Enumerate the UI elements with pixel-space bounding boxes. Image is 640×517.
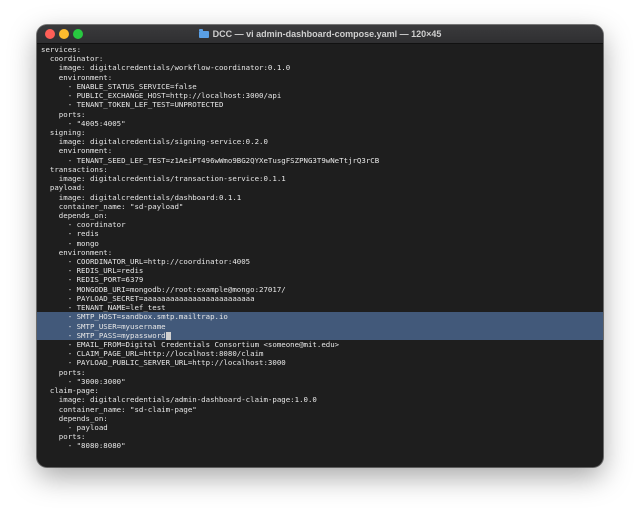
editor-line-text: image: digitalcredentials/workflow-coord… bbox=[41, 63, 291, 73]
editor-line[interactable]: - PUBLIC_EXCHANGE_HOST=http://localhost:… bbox=[37, 91, 603, 100]
editor-line-text: - PAYLOAD_PUBLIC_SERVER_URL=http://local… bbox=[41, 358, 286, 368]
editor-line[interactable]: - CLAIM_PAGE_URL=http://localhost:8080/c… bbox=[37, 349, 603, 358]
editor-line[interactable]: - EMAIL_FROM=Digital Credentials Consort… bbox=[37, 340, 603, 349]
text-cursor bbox=[165, 331, 171, 340]
window-title: DCC — vi admin-dashboard-compose.yaml — … bbox=[212, 29, 442, 39]
editor-line-text: - payload bbox=[41, 422, 108, 432]
editor-line-text: - TENANT_NAME=lef_test bbox=[41, 303, 166, 313]
editor-line[interactable]: image: digitalcredentials/admin-dashboar… bbox=[37, 395, 603, 404]
editor-line-text: services: bbox=[41, 45, 82, 54]
editor-line-text: image: digitalcredentials/admin-dashboar… bbox=[41, 395, 317, 405]
editor-line-text: - "4005:4005" bbox=[41, 118, 126, 128]
editor-line-text: - SMTP_USER=myusername bbox=[41, 321, 166, 331]
editor-line-text: depends_on: bbox=[41, 210, 108, 220]
editor-line[interactable]: - "4005:4005" bbox=[37, 119, 603, 128]
editor-line[interactable]: - COORDINATOR_URL=http://coordinator:400… bbox=[37, 257, 603, 266]
editor-line[interactable]: environment: bbox=[37, 146, 603, 155]
editor-line-text: - MONGODB_URI=mongodb://root:example@mon… bbox=[41, 284, 286, 294]
editor-line-text: - PUBLIC_EXCHANGE_HOST=http://localhost:… bbox=[41, 91, 282, 101]
editor-line-text: container_name: "sd-payload" bbox=[41, 201, 184, 211]
editor-line-text: environment: bbox=[41, 72, 113, 82]
terminal-window: DCC — vi admin-dashboard-compose.yaml — … bbox=[37, 25, 603, 467]
editor-line-text: - coordinator bbox=[41, 220, 126, 230]
editor-line[interactable]: signing: bbox=[37, 128, 603, 137]
editor-line[interactable]: - SMTP_PASS=mypassword bbox=[37, 330, 603, 340]
editor-line-text: - REDIS_PORT=6379 bbox=[41, 275, 144, 285]
editor-line[interactable]: - REDIS_URL=redis bbox=[37, 266, 603, 275]
folder-icon bbox=[198, 28, 209, 38]
editor-line-text: coordinator: bbox=[41, 54, 104, 64]
editor-line[interactable]: image: digitalcredentials/dashboard:0.1.… bbox=[37, 193, 603, 202]
editor-line-text: - SMTP_PASS=mypassword bbox=[41, 330, 166, 340]
editor-line[interactable]: - TENANT_NAME=lef_test bbox=[37, 303, 603, 312]
editor-line-text: - REDIS_URL=redis bbox=[41, 266, 144, 276]
editor-line[interactable]: - MONGODB_URI=mongodb://root:example@mon… bbox=[37, 285, 603, 294]
editor-line-text: ports: bbox=[41, 367, 86, 377]
editor-line[interactable]: ports: bbox=[37, 432, 603, 441]
editor-line-text: depends_on: bbox=[41, 413, 108, 423]
editor-line[interactable]: image: digitalcredentials/transaction-se… bbox=[37, 174, 603, 183]
editor-line[interactable]: depends_on: bbox=[37, 211, 603, 220]
editor-line-text: signing: bbox=[41, 127, 86, 137]
editor-line-text: ports: bbox=[41, 432, 86, 442]
editor-line-text: - PAYLOAD_SECRET=aaaaaaaaaaaaaaaaaaaaaaa… bbox=[41, 293, 255, 303]
editor-line-text: image: digitalcredentials/dashboard:0.1.… bbox=[41, 192, 242, 202]
editor-line[interactable]: - TENANT_TOKEN_LEF_TEST=UNPROTECTED bbox=[37, 100, 603, 109]
editor-line[interactable]: image: digitalcredentials/workflow-coord… bbox=[37, 63, 603, 72]
editor-line-text: - TENANT_TOKEN_LEF_TEST=UNPROTECTED bbox=[41, 100, 224, 110]
editor-line[interactable]: - SMTP_HOST=sandbox.smtp.mailtrap.io bbox=[37, 312, 603, 322]
editor-line-text: environment: bbox=[41, 146, 113, 156]
editor-line-text: - ENABLE_STATUS_SERVICE=false bbox=[41, 81, 197, 91]
editor-line[interactable]: - "8080:8080" bbox=[37, 441, 603, 450]
editor-line[interactable]: - payload bbox=[37, 423, 603, 432]
editor-line-text: - redis bbox=[41, 229, 99, 239]
editor-line-text: image: digitalcredentials/signing-servic… bbox=[41, 137, 268, 147]
editor-line[interactable]: - coordinator bbox=[37, 220, 603, 229]
editor-line-text: - COORDINATOR_URL=http://coordinator:400… bbox=[41, 257, 251, 267]
editor-line[interactable]: payload: bbox=[37, 183, 603, 192]
editor-line-text: payload: bbox=[41, 183, 86, 193]
editor-line-text: transactions: bbox=[41, 164, 108, 174]
editor-line[interactable]: ports: bbox=[37, 368, 603, 377]
editor-line[interactable]: - redis bbox=[37, 229, 603, 238]
editor-line-text: - "8080:8080" bbox=[41, 441, 126, 451]
editor-line[interactable]: - mongo bbox=[37, 239, 603, 248]
editor-line[interactable]: - PAYLOAD_PUBLIC_SERVER_URL=http://local… bbox=[37, 358, 603, 367]
editor-line-text: - EMAIL_FROM=Digital Credentials Consort… bbox=[41, 340, 340, 349]
editor-line[interactable]: environment: bbox=[37, 248, 603, 257]
editor-line[interactable]: - PAYLOAD_SECRET=aaaaaaaaaaaaaaaaaaaaaaa… bbox=[37, 294, 603, 303]
editor-line-text: - TENANT_SEED_LEF_TEST=z1AeiPT496wWmo9BG… bbox=[41, 155, 380, 165]
editor-line[interactable]: - TENANT_SEED_LEF_TEST=z1AeiPT496wWmo9BG… bbox=[37, 156, 603, 165]
editor-line[interactable]: - ENABLE_STATUS_SERVICE=false bbox=[37, 82, 603, 91]
editor-line[interactable]: depends_on: bbox=[37, 414, 603, 423]
editor-line[interactable]: claim-page: bbox=[37, 386, 603, 395]
window-title-area: DCC — vi admin-dashboard-compose.yaml — … bbox=[37, 25, 603, 43]
editor-line[interactable]: container_name: "sd-claim-page" bbox=[37, 405, 603, 414]
editor-line[interactable]: - REDIS_PORT=6379 bbox=[37, 275, 603, 284]
editor-line[interactable]: container_name: "sd-payload" bbox=[37, 202, 603, 211]
editor-line-text: environment: bbox=[41, 247, 113, 257]
editor-line-text: - mongo bbox=[41, 238, 99, 248]
editor-line[interactable]: environment: bbox=[37, 73, 603, 82]
editor-line[interactable]: coordinator: bbox=[37, 54, 603, 63]
editor-line-text: - CLAIM_PAGE_URL=http://localhost:8080/c… bbox=[41, 349, 264, 359]
editor-line-text: ports: bbox=[41, 109, 86, 119]
editor-line-text: - SMTP_HOST=sandbox.smtp.mailtrap.io bbox=[41, 312, 228, 322]
editor-line-text: claim-page: bbox=[41, 386, 99, 396]
editor-line-text: - "3000:3000" bbox=[41, 376, 126, 386]
editor-line[interactable]: transactions: bbox=[37, 165, 603, 174]
editor-line[interactable]: services: bbox=[37, 45, 603, 54]
editor-line[interactable]: - SMTP_USER=myusername bbox=[37, 321, 603, 331]
editor-line[interactable]: - "3000:3000" bbox=[37, 377, 603, 386]
editor-line-text: image: digitalcredentials/transaction-se… bbox=[41, 174, 286, 184]
editor-line[interactable]: image: digitalcredentials/signing-servic… bbox=[37, 137, 603, 146]
title-bar[interactable]: DCC — vi admin-dashboard-compose.yaml — … bbox=[37, 25, 603, 44]
editor-line-text: container_name: "sd-claim-page" bbox=[41, 404, 197, 414]
editor-line[interactable]: ports: bbox=[37, 110, 603, 119]
terminal-content[interactable]: services: coordinator: image: digitalcre… bbox=[37, 44, 603, 467]
